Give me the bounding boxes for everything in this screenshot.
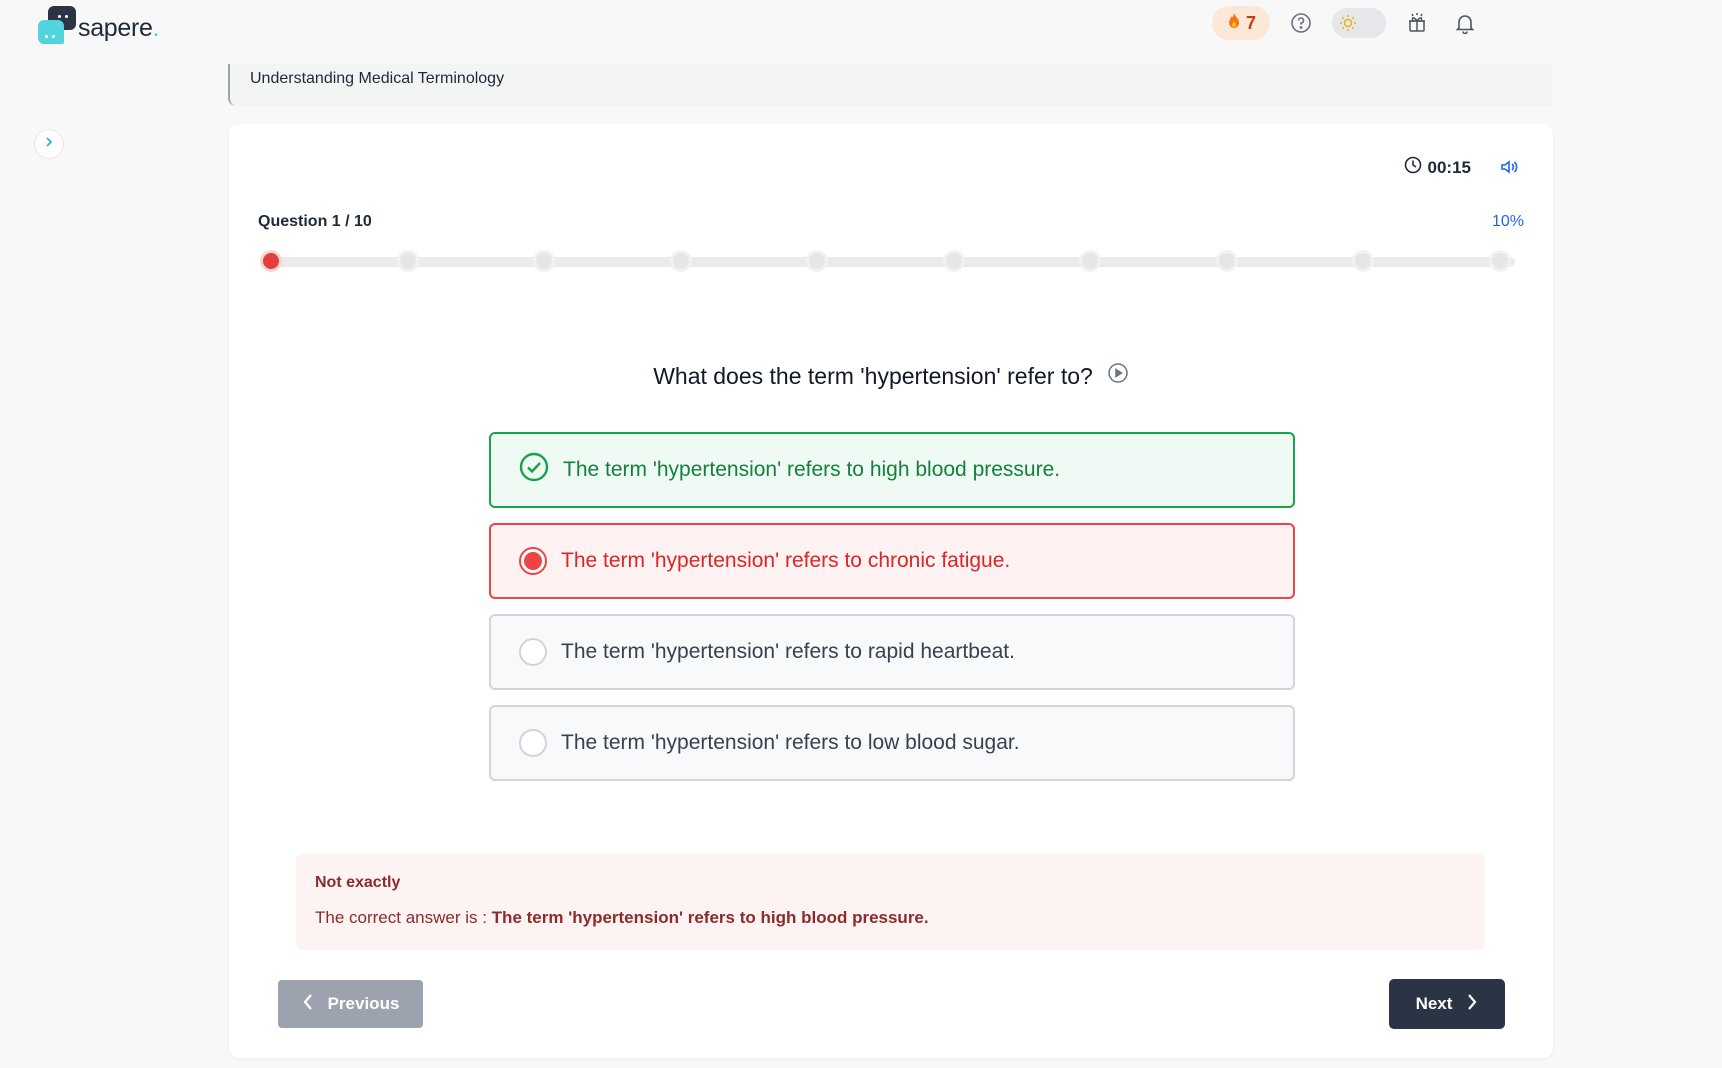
timer-value: 00:15: [1427, 157, 1471, 177]
sun-icon: [1338, 13, 1358, 33]
next-label: Next: [1415, 994, 1453, 1013]
brand-name: sapere.: [78, 14, 160, 42]
radio-selected-icon: [519, 547, 547, 575]
sound-toggle-icon[interactable]: [1499, 158, 1519, 181]
brand-logo[interactable]: sapere.: [36, 4, 160, 44]
streak-badge[interactable]: 7: [1211, 6, 1270, 40]
quiz-card: 00:15 Question 1 / 10 10% What does the …: [229, 124, 1553, 1058]
answer-option-selected-wrong[interactable]: The term 'hypertension' refers to chroni…: [489, 523, 1295, 599]
progress-step: [260, 250, 282, 272]
check-circle-icon: [519, 452, 549, 488]
progress-track: [264, 257, 1515, 267]
theme-toggle[interactable]: [1332, 8, 1386, 38]
question-row: What does the term 'hypertension' refer …: [229, 362, 1553, 390]
course-title: Understanding Medical Terminology: [250, 70, 505, 87]
logo-mark-icon: [36, 6, 76, 44]
progress-step: [396, 250, 419, 272]
progress-step: [1352, 250, 1375, 272]
feedback-panel: Not exactly The correct answer is : The …: [296, 854, 1485, 950]
progress-step: [533, 250, 556, 272]
clock-icon: [1404, 156, 1422, 179]
progress-percent: 10%: [1491, 213, 1524, 230]
answer-option[interactable]: The term 'hypertension' refers to rapid …: [489, 614, 1295, 690]
feedback-title: Not exactly: [315, 874, 401, 891]
question-counter: Question 1 / 10: [258, 213, 372, 230]
play-audio-icon[interactable]: [1107, 362, 1129, 390]
progress-step: [942, 250, 965, 272]
progress-step: [806, 250, 829, 272]
progress-step: [1489, 250, 1511, 272]
chevron-left-icon: [302, 993, 314, 1016]
option-text: The term 'hypertension' refers to low bl…: [561, 731, 1020, 754]
progress-step: [1079, 250, 1102, 272]
streak-count: 7: [1245, 12, 1256, 33]
timer: 00:15: [1404, 156, 1471, 179]
previous-label: Previous: [327, 994, 400, 1013]
next-button[interactable]: Next: [1389, 979, 1505, 1029]
feedback-prefix: The correct answer is :: [315, 908, 492, 927]
previous-button[interactable]: Previous: [278, 980, 423, 1028]
sidebar-expand-button[interactable]: [34, 129, 64, 159]
fire-icon: [1226, 12, 1242, 35]
feedback-message: The correct answer is : The term 'hypert…: [315, 908, 1466, 928]
gift-icon[interactable]: [1400, 6, 1434, 40]
progress-step: [669, 250, 692, 272]
chevron-right-icon: [43, 135, 55, 153]
question-text: What does the term 'hypertension' refer …: [653, 362, 1093, 389]
progress-step: [1215, 250, 1238, 272]
option-text: The term 'hypertension' refers to chroni…: [561, 549, 1011, 572]
bell-icon[interactable]: [1448, 6, 1482, 40]
top-toolbar: 7: [1211, 6, 1482, 40]
breadcrumb: Understanding Medical Terminology: [228, 64, 1552, 106]
chevron-right-icon: [1466, 993, 1478, 1016]
radio-empty-icon: [519, 638, 547, 666]
answer-option-correct[interactable]: The term 'hypertension' refers to high b…: [489, 432, 1295, 508]
answer-option[interactable]: The term 'hypertension' refers to low bl…: [489, 705, 1295, 781]
feedback-answer: The term 'hypertension' refers to high b…: [491, 908, 929, 927]
radio-empty-icon: [519, 729, 547, 757]
option-text: The term 'hypertension' refers to rapid …: [561, 640, 1015, 663]
help-icon[interactable]: [1284, 6, 1318, 40]
option-text: The term 'hypertension' refers to high b…: [563, 458, 1061, 481]
